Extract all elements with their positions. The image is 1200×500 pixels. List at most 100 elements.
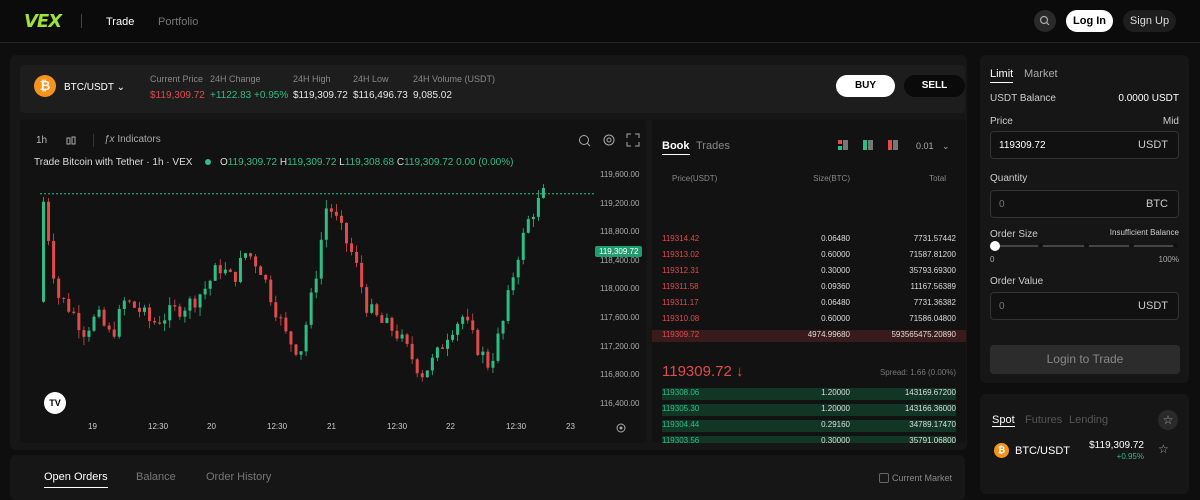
candle: [339, 215, 343, 223]
tab-open-orders[interactable]: Open Orders: [44, 471, 108, 488]
time-tick: 12:30: [267, 422, 288, 431]
current-market-checkbox[interactable]: [879, 473, 889, 483]
volume-value: 9,085.02: [413, 90, 452, 101]
book-total: 71586.04800: [909, 314, 956, 323]
book-total: 7731.57442: [913, 234, 956, 243]
book-row[interactable]: 119305.30 1.20000 143166.36000: [662, 404, 956, 416]
vex-logo[interactable]: VEX: [24, 11, 62, 32]
book-bids-icon[interactable]: [863, 140, 873, 150]
candle: [496, 333, 500, 361]
quantity-input[interactable]: 0 BTC: [990, 190, 1179, 218]
login-to-trade-button[interactable]: Login to Trade: [990, 345, 1180, 374]
book-row[interactable]: 119303.56 0.30000 35791.06800: [662, 436, 956, 443]
candle: [491, 360, 495, 368]
candle: [259, 266, 263, 275]
tab-lending[interactable]: Lending: [1069, 414, 1108, 426]
candle: [471, 320, 475, 330]
book-row[interactable]: 119311.17 0.06480 7731.36382: [662, 298, 956, 310]
candle: [284, 317, 288, 332]
market-pair[interactable]: BTC/USDT: [1015, 445, 1070, 457]
candle: [350, 243, 354, 253]
book-price: 119309.72: [662, 330, 700, 339]
book-size: 0.06480: [821, 298, 850, 307]
candle: [299, 351, 303, 355]
tab-trades[interactable]: Trades: [696, 140, 730, 152]
book-row[interactable]: 119314.42 0.06480 7731.57442: [662, 234, 956, 246]
candle: [77, 312, 81, 331]
tab-order-history[interactable]: Order History: [206, 471, 271, 483]
favorites-star-icon[interactable]: ☆: [1158, 410, 1178, 430]
buy-button[interactable]: BUY: [836, 75, 895, 97]
pair-selector[interactable]: BTC/USDT ⌄: [64, 82, 125, 93]
candle: [42, 201, 45, 302]
tab-book[interactable]: Book: [662, 140, 690, 155]
candle: [238, 257, 242, 282]
book-size: 0.60000: [821, 250, 850, 259]
star-icon[interactable]: ☆: [1158, 442, 1169, 456]
price-input[interactable]: 119309.72 USDT: [990, 131, 1179, 159]
search-button[interactable]: [1034, 10, 1056, 32]
slider-mark[interactable]: [1084, 243, 1089, 248]
tab-market[interactable]: Market: [1024, 68, 1058, 80]
slider-mark[interactable]: [1038, 243, 1043, 248]
candle: [254, 256, 258, 267]
chart-settings-icon[interactable]: [615, 422, 627, 434]
candle: [375, 304, 379, 316]
candle: [82, 330, 86, 337]
stat-label: 24H Low: [353, 74, 389, 84]
high-value: $119,309.72: [293, 90, 348, 101]
nav-trade-link[interactable]: Trade: [106, 16, 134, 28]
candlestick-plot: [40, 184, 595, 382]
book-both-icon[interactable]: [838, 140, 848, 150]
book-row[interactable]: 119311.58 0.09360 11167.56389: [662, 282, 956, 294]
book-price: 119303.56: [662, 436, 700, 443]
col-price: Price(USDT): [672, 174, 718, 183]
book-total: 35791.06800: [909, 436, 956, 443]
book-row[interactable]: 119310.08 0.60000 71586.04800: [662, 314, 956, 326]
order-value-input[interactable]: 0 USDT: [990, 292, 1179, 320]
candle: [486, 351, 490, 368]
book-asks-icon[interactable]: [888, 140, 898, 150]
tab-limit[interactable]: Limit: [990, 68, 1014, 83]
slider-handle[interactable]: [990, 241, 1000, 251]
book-total: 11167.56389: [910, 282, 956, 291]
sell-button[interactable]: SELL: [904, 75, 965, 97]
current-market-label: Current Market: [892, 473, 953, 483]
candle: [461, 316, 465, 324]
tradingview-logo[interactable]: TV: [44, 392, 66, 414]
candle: [223, 269, 227, 274]
login-button[interactable]: Log In: [1066, 10, 1113, 32]
candle: [400, 334, 404, 339]
mid-price-value: 119309.72: [662, 363, 732, 380]
book-size: 0.30000: [821, 266, 850, 275]
book-row[interactable]: 119304.44 0.29160 34789.17470: [662, 420, 956, 432]
candle: [52, 240, 56, 279]
tab-futures[interactable]: Futures: [1025, 414, 1062, 426]
candle: [198, 294, 202, 308]
book-total: 34789.17470: [909, 420, 956, 429]
candle: [541, 187, 545, 198]
mid-link[interactable]: Mid: [1163, 116, 1179, 127]
book-size: 1.20000: [821, 388, 850, 397]
signup-button[interactable]: Sign Up: [1123, 10, 1176, 32]
book-row[interactable]: 119313.02 0.60000 71587.81200: [662, 250, 956, 262]
slider-mark[interactable]: [1129, 243, 1134, 248]
book-price: 119313.02: [662, 250, 700, 259]
book-row[interactable]: 119308.06 1.20000 143169.67200: [662, 388, 956, 400]
candle: [143, 307, 146, 312]
orders-panel: Open Orders Balance Order History Curren…: [10, 455, 965, 500]
book-row[interactable]: 119309.72 4974.99680 593565475.20890: [652, 330, 966, 342]
quantity-unit: BTC: [1146, 198, 1168, 210]
nav-portfolio-link[interactable]: Portfolio: [158, 16, 198, 28]
balance-label: USDT Balance: [990, 93, 1056, 104]
candle: [203, 288, 207, 295]
change-value: +1122.83 +0.95%: [210, 90, 289, 101]
tick-size-select[interactable]: 0.01 ⌄: [916, 141, 950, 152]
slider-max: 100%: [1158, 255, 1179, 264]
book-total: 7731.36382: [913, 298, 956, 307]
slider-mark[interactable]: [1173, 243, 1178, 248]
price-chart[interactable]: 1h ƒx Indicators Trade Bitcoin with Teth…: [20, 120, 646, 443]
book-row[interactable]: 119312.31 0.30000 35793.69300: [662, 266, 956, 278]
tab-spot[interactable]: Spot: [992, 414, 1015, 427]
tab-balance[interactable]: Balance: [136, 471, 176, 483]
